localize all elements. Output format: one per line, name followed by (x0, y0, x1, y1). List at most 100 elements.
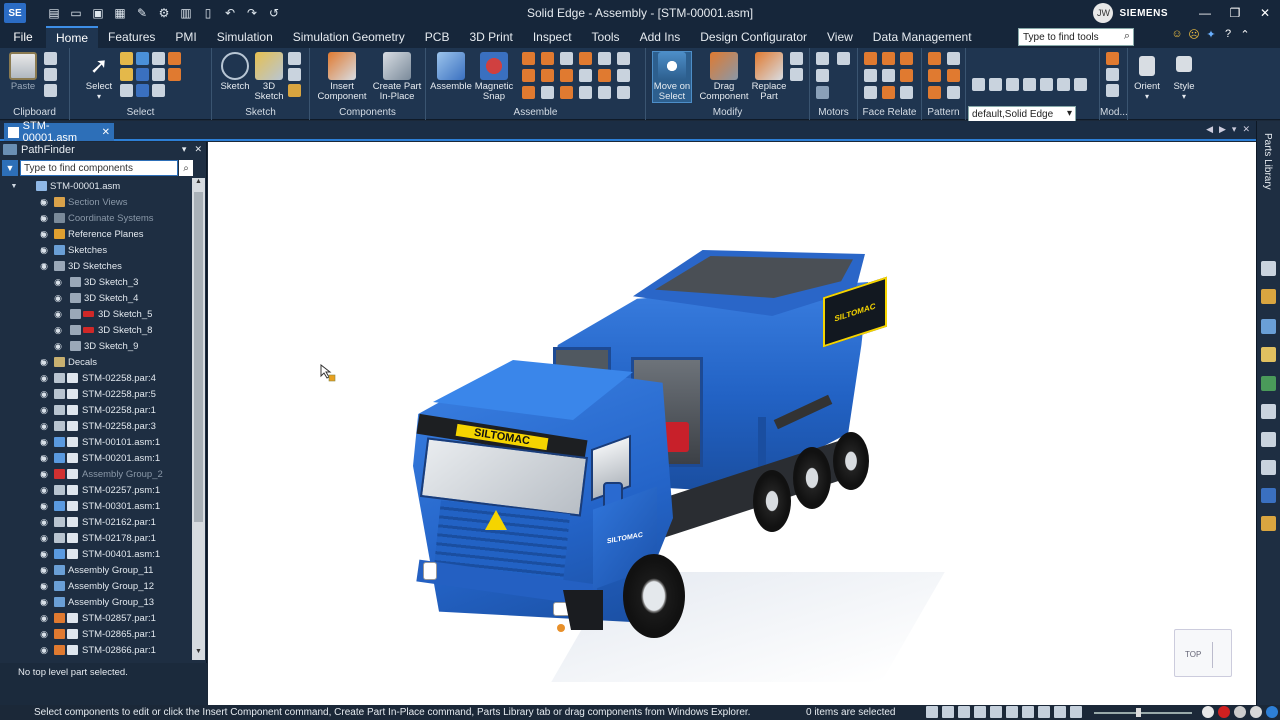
face-align-icon[interactable] (882, 86, 895, 99)
paste-button[interactable]: Paste (6, 52, 40, 92)
settings-icon[interactable] (1234, 706, 1246, 718)
configuration-select[interactable]: default,Solid Edge ▾ (968, 106, 1076, 122)
restore-icon[interactable]: ❐ (1220, 0, 1250, 26)
motor-icon[interactable] (816, 52, 829, 65)
tree-row[interactable]: ◉ STM-02258.par:4 (0, 370, 192, 386)
nodes-icon[interactable] (1261, 460, 1276, 475)
visibility-eye-icon[interactable]: ◉ (38, 629, 50, 640)
tree-row[interactable]: ◉ STM-02258.par:3 (0, 418, 192, 434)
tree-row[interactable]: ◉ 3D Sketch_3 (0, 274, 192, 290)
tree-row[interactable]: ▶ ◉ Section Views (0, 194, 192, 210)
visibility-eye-icon[interactable]: ◉ (38, 549, 50, 560)
tab-pmi[interactable]: PMI (165, 26, 206, 48)
visibility-eye-icon[interactable]: ◉ (38, 565, 50, 576)
disperse-icon[interactable] (790, 68, 803, 81)
tree-row[interactable]: ▼ ◉ 3D Sketches (0, 258, 192, 274)
stack-icon[interactable] (1261, 432, 1276, 447)
scrollbar-thumb[interactable] (194, 192, 203, 522)
tree-row[interactable]: ◉ STM-02162.par:1 (0, 514, 192, 530)
tree-row[interactable]: ▶ ◉ STM-00201.asm:1 (0, 450, 192, 466)
tree-row[interactable]: ◉ 3D Sketch_4 (0, 290, 192, 306)
select-more-icon[interactable] (152, 84, 165, 97)
visibility-eye-icon[interactable]: ◉ (38, 485, 50, 496)
cut-icon[interactable] (44, 52, 57, 65)
visibility-eye-icon[interactable]: ◉ (38, 357, 50, 368)
history-icon[interactable]: ↺ (264, 3, 284, 23)
tree-row[interactable]: ◉ STM-02866.par:1 (0, 642, 192, 658)
config-display-icon[interactable] (1023, 78, 1036, 91)
style-button[interactable]: Style ▾ (1168, 52, 1200, 102)
visibility-eye-icon[interactable]: ◉ (38, 213, 50, 224)
insert-component-button[interactable]: Insert Component (314, 52, 370, 102)
simulate-motor-icon[interactable] (837, 52, 850, 65)
redo-icon[interactable]: ↷ (242, 3, 262, 23)
visibility-eye-icon[interactable]: ◉ (38, 197, 50, 208)
pattern-more-icon[interactable] (947, 86, 960, 99)
duplicate-icon[interactable] (928, 69, 941, 82)
visibility-eye-icon[interactable]: ◉ (52, 309, 64, 320)
format-painter-icon[interactable] (44, 84, 57, 97)
visibility-eye-icon[interactable]: ◉ (38, 421, 50, 432)
motor-play-icon[interactable] (816, 86, 829, 99)
tree-row[interactable]: ▼ STM-00001.asm (0, 178, 192, 194)
select-button[interactable]: ➚ Select ▾ (84, 52, 114, 102)
rotate-icon[interactable] (990, 706, 1002, 718)
visibility-eye-icon[interactable]: ◉ (38, 581, 50, 592)
config-save-icon[interactable] (1006, 78, 1019, 91)
tab-3d-print[interactable]: 3D Print (459, 26, 522, 48)
visibility-eye-icon[interactable]: ◉ (38, 517, 50, 528)
select-box-icon[interactable] (120, 68, 133, 81)
look-at-icon[interactable] (1022, 706, 1034, 718)
tree-row[interactable]: ▶ ◉ Assembly Group_2 (0, 466, 192, 482)
visibility-eye-icon[interactable]: ◉ (52, 277, 64, 288)
rel-options-icon[interactable] (617, 86, 630, 99)
tab-simulation[interactable]: Simulation (207, 26, 283, 48)
zoom-icon[interactable] (958, 706, 970, 718)
visibility-eye-icon[interactable]: ◉ (52, 293, 64, 304)
section-view-icon[interactable] (1070, 706, 1082, 718)
tab-home[interactable]: Home (46, 26, 99, 48)
scroll-up-icon[interactable]: ▲ (192, 178, 205, 190)
select-cursor-icon[interactable] (152, 52, 165, 65)
save-icon[interactable]: ▣ (88, 3, 108, 23)
face-circle-icon[interactable] (882, 52, 895, 65)
sketch-view-icon[interactable] (1054, 706, 1066, 718)
filter-icon[interactable]: ▼ (2, 160, 18, 176)
tree-row[interactable]: ▶ ◉ STM-00401.asm:1 (0, 546, 192, 562)
scroll-down-icon[interactable]: ▼ (192, 648, 205, 660)
magnetic-snap-button[interactable]: Magnetic Snap (472, 52, 516, 102)
visibility-eye-icon[interactable]: ◉ (38, 373, 50, 384)
concentric-icon[interactable] (900, 52, 913, 65)
config-show-icon[interactable] (972, 78, 985, 91)
visibility-eye-icon[interactable]: ◉ (38, 261, 50, 272)
close-panel-icon[interactable]: ✕ (194, 144, 202, 155)
face-symmetric-icon[interactable] (864, 86, 877, 99)
insert-rel-icon[interactable] (579, 52, 592, 65)
tree-row[interactable]: ◉ 3D Sketch_5 (0, 306, 192, 322)
spin-about-icon[interactable] (1006, 706, 1018, 718)
fit-view-icon[interactable] (926, 706, 938, 718)
mirror-icon[interactable] (947, 52, 960, 65)
face-line-icon[interactable] (882, 69, 895, 82)
rel-more-icon[interactable] (579, 86, 592, 99)
toolbar-icon[interactable]: ▥ (176, 3, 196, 23)
plane-icon[interactable] (288, 68, 301, 81)
tab-design-configurator[interactable]: Design Configurator (690, 26, 817, 48)
tree-row[interactable]: ▶ ◉ STM-00301.asm:1 (0, 498, 192, 514)
tangent-icon[interactable] (522, 69, 535, 82)
view-orientation-cube[interactable]: TOP (1174, 629, 1232, 677)
gear-rel-icon[interactable] (579, 69, 592, 82)
new-file-icon[interactable]: ▤ (44, 3, 64, 23)
graphics-viewport[interactable]: SILTOMAC SILTOMAC SILTOMAC TOP (208, 142, 1256, 705)
drag-component-button[interactable]: Drag Component (698, 52, 750, 102)
sketch-button[interactable]: Sketch (220, 52, 250, 92)
sparkle-icon[interactable]: ✦ (1204, 28, 1218, 44)
axial-align-icon[interactable] (560, 52, 573, 65)
pattern-fill-icon[interactable] (928, 86, 941, 99)
select-group-icon[interactable] (168, 68, 181, 81)
visibility-eye-icon[interactable]: ◉ (38, 533, 50, 544)
face-offset-icon[interactable] (900, 86, 913, 99)
visibility-eye-icon[interactable]: ◉ (38, 405, 50, 416)
layers-icon[interactable] (1261, 261, 1276, 276)
visibility-eye-icon[interactable]: ◉ (52, 325, 64, 336)
